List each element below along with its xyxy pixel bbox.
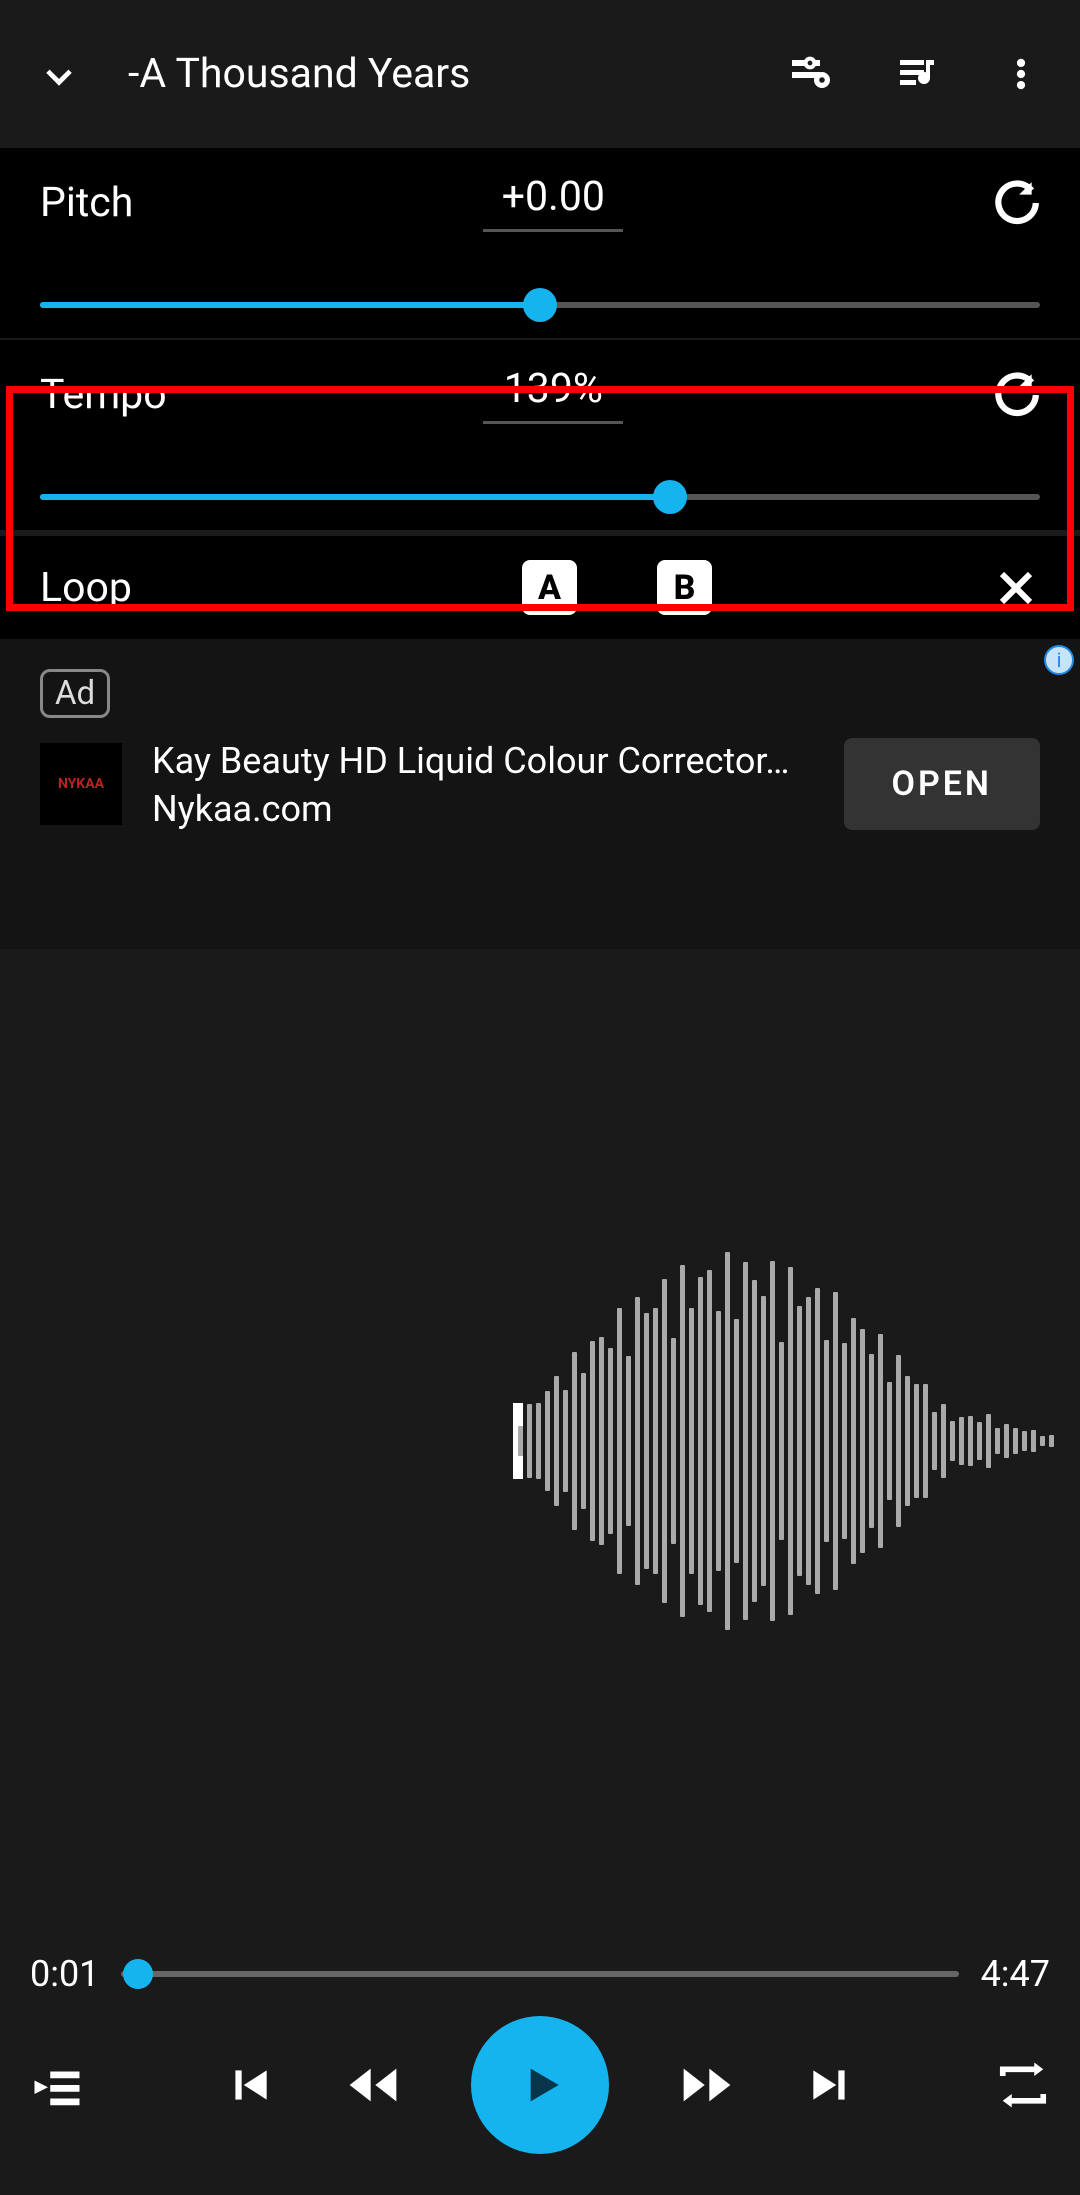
skip-next-icon[interactable] [805, 2060, 855, 2110]
loop-a-button[interactable]: A [522, 560, 577, 615]
close-icon[interactable] [992, 564, 1040, 612]
reset-icon[interactable] [990, 178, 1040, 228]
tempo-label: Tempo [40, 371, 300, 419]
loop-control: Loop A B [0, 536, 1080, 639]
queue-add-icon[interactable] [30, 2058, 84, 2112]
total-time: 4:47 [981, 1953, 1050, 1995]
transport-controls [0, 1995, 1080, 2195]
elapsed-time: 0:01 [30, 1953, 99, 1995]
appbar-actions [786, 50, 1040, 98]
pitch-value[interactable]: +0.00 [483, 173, 623, 232]
seek-thumb[interactable] [123, 1959, 153, 1989]
play-button[interactable] [471, 2016, 609, 2154]
skip-previous-icon[interactable] [225, 2060, 275, 2110]
chevron-down-icon[interactable] [40, 55, 78, 93]
ad-info-icon[interactable]: i [1044, 645, 1074, 675]
rewind-icon[interactable] [345, 2057, 401, 2113]
pitch-label: Pitch [40, 179, 300, 227]
more-vert-icon[interactable] [1002, 50, 1040, 98]
pitch-control: Pitch +0.00 [0, 148, 1080, 338]
tempo-value[interactable]: 139% [483, 365, 623, 424]
waveform [518, 1251, 1080, 1631]
timeline: 0:01 4:47 [0, 1933, 1080, 1995]
waveform-area[interactable] [0, 949, 1080, 1933]
pitch-slider[interactable] [40, 302, 1040, 308]
repeat-icon[interactable] [996, 2058, 1050, 2112]
loop-label: Loop [40, 564, 522, 612]
queue-music-icon[interactable] [894, 50, 942, 98]
appbar: -A Thousand Years [0, 0, 1080, 148]
ad-text[interactable]: Kay Beauty HD Liquid Colour Corrector… N… [152, 739, 814, 830]
ad-thumbnail[interactable]: NYKAA [40, 743, 122, 825]
tempo-slider[interactable] [40, 494, 1040, 500]
ad-open-button[interactable]: OPEN [844, 738, 1041, 830]
equalizer-settings-icon[interactable] [786, 50, 834, 98]
tempo-slider-thumb[interactable] [653, 480, 687, 514]
seek-slider[interactable] [121, 1971, 958, 1977]
ad-title: Kay Beauty HD Liquid Colour Corrector… [152, 739, 814, 784]
ad-banner: i Ad NYKAA Kay Beauty HD Liquid Colour C… [0, 639, 1080, 949]
tempo-control: Tempo 139% [0, 340, 1080, 530]
loop-b-button[interactable]: B [657, 560, 712, 615]
pitch-slider-thumb[interactable] [523, 288, 557, 322]
song-title: -A Thousand Years [128, 50, 786, 98]
ad-badge: Ad [40, 669, 110, 718]
reset-icon[interactable] [990, 370, 1040, 420]
ad-domain: Nykaa.com [152, 788, 814, 830]
fast-forward-icon[interactable] [679, 2057, 735, 2113]
